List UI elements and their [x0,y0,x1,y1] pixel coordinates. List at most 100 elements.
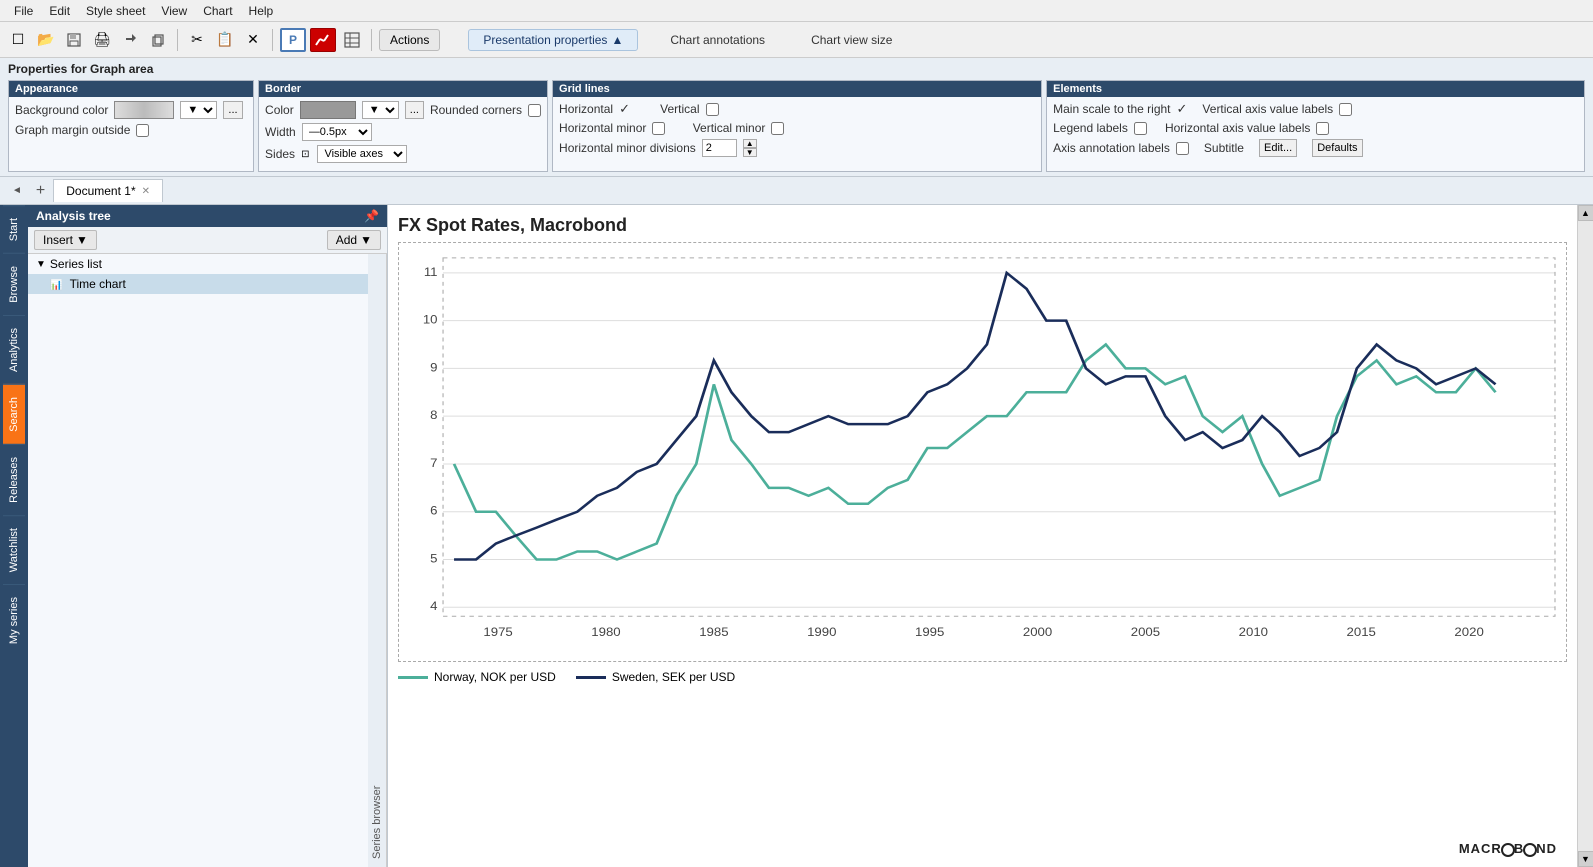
chart-view-size-tab[interactable]: Chart view size [797,30,906,50]
rounded-corners-checkbox[interactable] [528,104,541,117]
spin-up[interactable]: ▲ [743,139,757,148]
sidebar-tab-watchlist[interactable]: Watchlist [3,515,25,584]
copy-icon[interactable] [146,28,170,52]
svg-text:2010: 2010 [1239,626,1268,639]
table-icon[interactable] [340,28,364,52]
border-header: Border [259,81,547,97]
tab-add[interactable]: + [28,180,53,202]
border-panel: Border Color ▼ ... Rounded corners Width… [258,80,548,172]
legend-norway: Norway, NOK per USD [398,670,556,684]
sidebar-tab-releases[interactable]: Releases [3,444,25,515]
tree-leaf-icon: 📊 [50,280,62,291]
graph-margin-checkbox[interactable] [136,124,149,137]
spin-down[interactable]: ▼ [743,148,757,157]
chart-annotations-tab[interactable]: Chart annotations [656,30,779,50]
time-chart-item[interactable]: 📊 Time chart [28,274,368,294]
sweden-legend-label: Sweden, SEK per USD [612,670,735,684]
sidebar-tab-search[interactable]: Search [3,384,25,444]
appearance-header: Appearance [9,81,253,97]
sidebar-tabs: Start Browse Analytics Search Releases W… [0,205,28,867]
menu-help[interactable]: Help [241,2,282,20]
menu-bar: File Edit Style sheet View Chart Help [0,0,1593,22]
menu-stylesheet[interactable]: Style sheet [78,2,153,20]
tab-close-icon[interactable]: ✕ [142,186,150,197]
svg-text:2005: 2005 [1131,626,1160,639]
svg-text:1975: 1975 [483,626,512,639]
vertical-label: Vertical [660,102,699,116]
delete-icon[interactable]: ✕ [241,28,265,52]
norway-legend-line [398,676,428,679]
horizontal-axis-checkbox[interactable] [1316,122,1329,135]
bg-color-select[interactable]: ▼ [180,101,217,119]
defaults-btn[interactable]: Defaults [1312,139,1362,157]
paste-icon[interactable]: 📋 [213,28,237,52]
vertical-minor-checkbox[interactable] [771,122,784,135]
sidebar-tab-myseries[interactable]: My series [3,584,25,656]
menu-view[interactable]: View [153,2,195,20]
h-minor-div-spin[interactable]: ▲ ▼ [743,139,757,157]
presentation-properties-tab[interactable]: Presentation properties ▲ [468,29,638,51]
elements-header: Elements [1047,81,1584,97]
sep3 [371,29,372,51]
border-width-label: Width [265,125,296,139]
pin-icon[interactable]: 📌 [364,209,379,223]
edit-btn[interactable]: Edit... [1259,139,1297,157]
cut-icon[interactable]: ✂ [185,28,209,52]
actions-button[interactable]: Actions [379,29,440,51]
axis-annotation-checkbox[interactable] [1176,142,1189,155]
chart-title: FX Spot Rates, Macrobond [398,215,1567,236]
graph-margin-label: Graph margin outside [15,123,130,137]
sidebar-tab-analytics[interactable]: Analytics [3,315,25,384]
sidebar-tab-start[interactable]: Start [3,205,25,253]
add-chevron: ▼ [360,233,372,247]
border-color-more-btn[interactable]: ... [405,101,424,119]
border-color-select[interactable]: ▼ [362,101,399,119]
scroll-down-btn[interactable]: ▼ [1578,851,1593,867]
open-icon[interactable]: 📂 [34,28,58,52]
save-icon[interactable] [62,28,86,52]
svg-text:10: 10 [423,313,438,326]
tab-prev[interactable]: ◄ [6,183,28,198]
main-area: Start Browse Analytics Search Releases W… [0,205,1593,867]
insert-btn[interactable]: Insert ▼ [34,230,97,250]
horizontal-label: Horizontal [559,102,613,116]
h-minor-div-label: Horizontal minor divisions [559,141,696,155]
svg-text:6: 6 [430,504,437,517]
h-minor-div-input[interactable] [702,139,737,157]
border-sides-select[interactable]: Visible axes [317,145,407,163]
appearance-panel: Appearance Background color ▼ ... Graph … [8,80,254,172]
svg-text:2020: 2020 [1454,626,1483,639]
bg-color-more-btn[interactable]: ... [223,101,242,119]
insert-chevron: ▼ [76,233,88,247]
print-icon[interactable]: 🖨 [90,28,114,52]
chart-legend: Norway, NOK per USD Sweden, SEK per USD [398,670,1567,684]
norway-line [454,345,1495,560]
border-sides-label: Sides [265,147,295,161]
right-scrollbar: ▲ ▼ [1577,205,1593,867]
sidebar-tab-browse[interactable]: Browse [3,253,25,315]
svg-text:11: 11 [424,265,438,278]
border-color-swatch[interactable] [300,101,356,119]
chart-area: FX Spot Rates, Macrobond 11 10 9 8 7 6 [388,205,1577,867]
border-width-select[interactable]: —0.5px [302,123,372,141]
presentation-btn[interactable]: P [280,28,306,52]
menu-file[interactable]: File [6,2,41,20]
scroll-up-btn[interactable]: ▲ [1578,205,1593,221]
elements-panel: Elements Main scale to the right ✓ Verti… [1046,80,1585,172]
horizontal-minor-checkbox[interactable] [652,122,665,135]
share-icon[interactable] [118,28,142,52]
chart-type-btn[interactable] [310,28,336,52]
svg-text:9: 9 [430,361,437,374]
group-collapse-icon[interactable]: ▼ [36,259,46,270]
menu-edit[interactable]: Edit [41,2,78,20]
add-btn[interactable]: Add ▼ [327,230,381,250]
bg-color-box[interactable] [114,101,174,119]
new-icon[interactable]: ☐ [6,28,30,52]
tab-document1[interactable]: Document 1* ✕ [53,179,163,202]
legend-labels-checkbox[interactable] [1134,122,1147,135]
vertical-axis-checkbox[interactable] [1339,103,1352,116]
menu-chart[interactable]: Chart [195,2,240,20]
tab-bar: ◄ + Document 1* ✕ [0,177,1593,205]
vertical-checkbox[interactable] [706,103,719,116]
vertical-minor-label: Vertical minor [693,121,766,135]
